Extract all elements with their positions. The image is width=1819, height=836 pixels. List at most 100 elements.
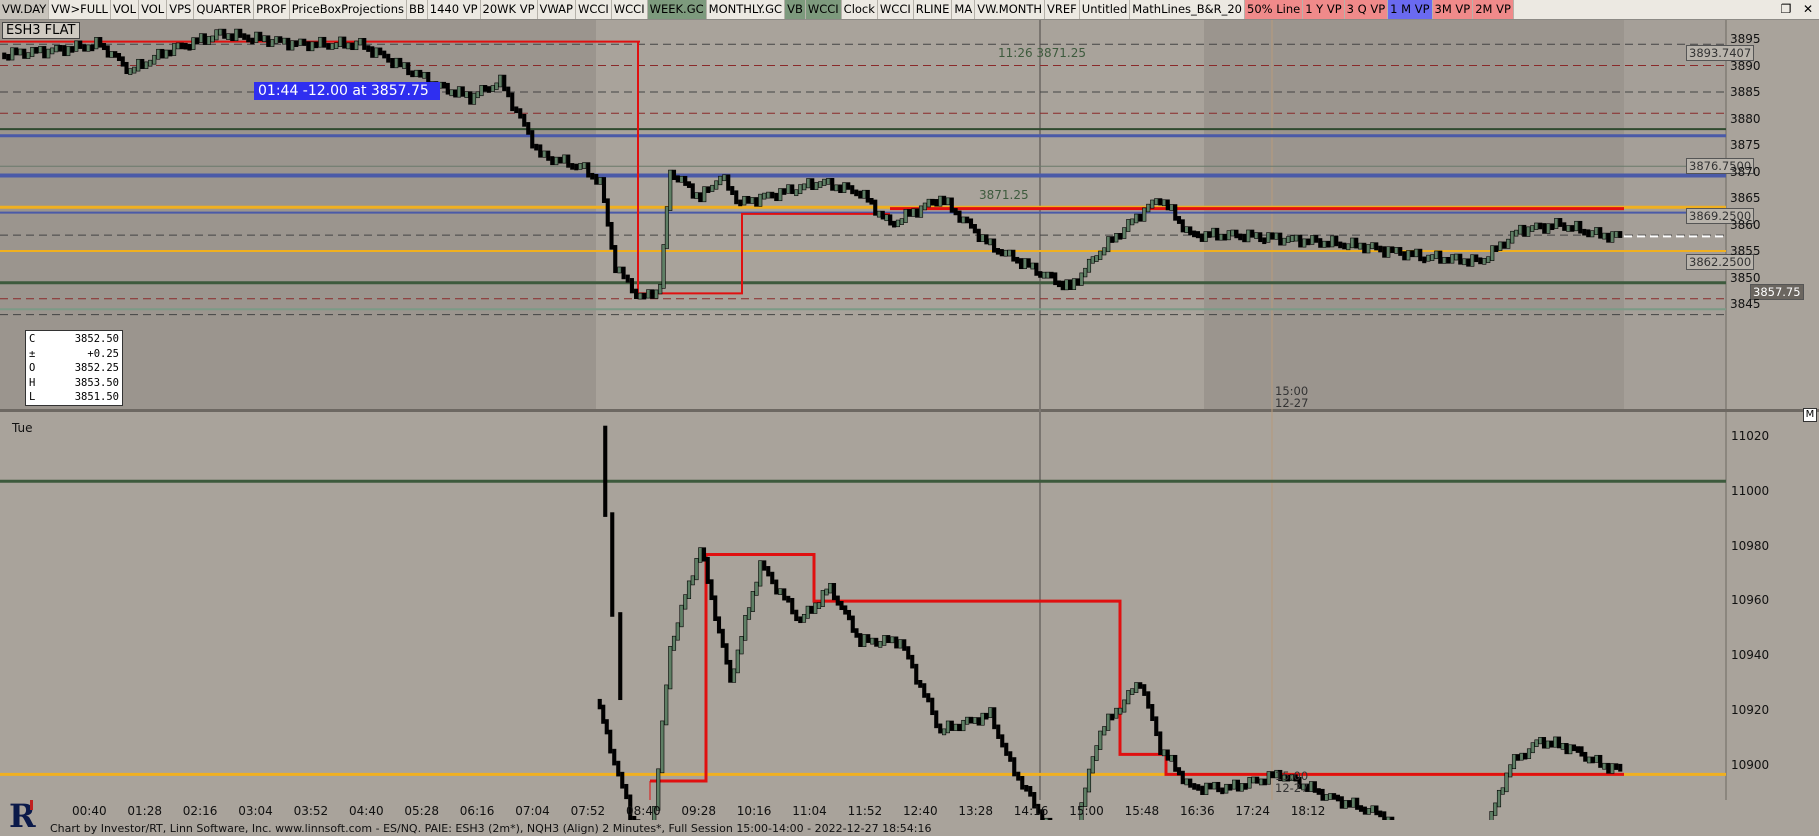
toolbar-button-6[interactable]: PROF <box>254 0 290 19</box>
toolbar-button-30[interactable]: 3M VP <box>1432 0 1474 19</box>
toolbar-button-2[interactable]: VOL <box>110 0 140 19</box>
upper-candle <box>814 182 819 190</box>
toolbar-button-22[interactable]: VW.MONTH <box>975 0 1046 19</box>
lower-candle <box>1122 699 1127 713</box>
toolbar-button-26[interactable]: 50% Line <box>1245 0 1304 19</box>
upper-candle <box>1422 256 1427 264</box>
lower-candle <box>1192 783 1197 790</box>
upper-candle <box>1570 225 1575 232</box>
upper-candle <box>562 154 567 164</box>
toolbar-button-28[interactable]: 3 Q VP <box>1344 0 1389 19</box>
upper-candle <box>1602 232 1607 240</box>
lower-candle <box>1142 684 1147 696</box>
upper-candle <box>1274 232 1279 240</box>
toolbar-button-29[interactable]: 1 M VP <box>1388 0 1433 19</box>
lower-candle <box>1090 756 1095 774</box>
upper-candle <box>120 56 125 67</box>
upper-candle <box>654 289 659 299</box>
upper-candle <box>942 195 947 206</box>
upper-candle <box>246 34 251 43</box>
upper-candle <box>187 43 192 51</box>
symbol-label[interactable]: ESH3 FLAT <box>2 22 80 39</box>
toolbar-button-8[interactable]: BB <box>407 0 428 19</box>
lower-candle <box>1556 736 1562 749</box>
upper-candle <box>1382 246 1387 258</box>
upper-candle <box>254 31 259 43</box>
upper-candle <box>1034 262 1039 276</box>
toolbar-button-5[interactable]: QUARTER <box>194 0 255 19</box>
time-tick: 09:28 <box>681 804 716 818</box>
toolbar-button-17[interactable]: WCCI <box>805 0 842 19</box>
time-tick: 04:40 <box>349 804 384 818</box>
upper-candle <box>834 184 839 192</box>
toolbar-button-21[interactable]: MA <box>952 0 976 19</box>
toolbar-button-7[interactable]: PriceBoxProjections <box>289 0 407 19</box>
toolbar-button-1[interactable]: VW>FULL <box>49 0 111 19</box>
upper-candle <box>995 248 1000 255</box>
lower-candle <box>1239 783 1244 792</box>
upper-candle <box>86 44 91 52</box>
upper-candle <box>334 42 339 50</box>
lower-candle <box>1594 754 1599 763</box>
lower-candle <box>922 683 927 698</box>
upper-candle <box>1386 246 1391 258</box>
upper-candle <box>658 284 663 295</box>
upper-candle <box>598 177 603 185</box>
upper-candle <box>582 162 587 169</box>
toolbar-button-24[interactable]: Untitled <box>1079 0 1131 19</box>
upper-candle <box>74 40 79 52</box>
toolbar-button-14[interactable]: WEEK.GC <box>647 0 707 19</box>
restore-icon[interactable]: ❐ <box>1775 0 1797 19</box>
toolbar-button-0[interactable]: VW.DAY <box>0 0 50 19</box>
lower-candle <box>854 628 859 638</box>
trade-tag[interactable]: 01:44 -12.00 at 3857.75 <box>254 82 440 100</box>
toolbar-button-4[interactable]: VPS <box>167 0 195 19</box>
upper-candle <box>1446 256 1451 264</box>
toolbar-button-3[interactable]: VOL <box>139 0 168 19</box>
lower-price-tick: 10920 <box>1731 703 1770 717</box>
lower-candle <box>690 575 695 586</box>
toolbar-button-27[interactable]: 1 Y VP <box>1303 0 1345 19</box>
upper-candle <box>1306 238 1311 246</box>
toolbar-button-18[interactable]: Clock <box>841 0 878 19</box>
upper-candle <box>930 198 935 206</box>
toolbar-button-9[interactable]: 1440 VP <box>427 0 481 19</box>
lower-candle <box>1366 808 1371 815</box>
toolbar-button-11[interactable]: VWAP <box>537 0 576 19</box>
toolbar-button-16[interactable]: VB <box>785 0 806 19</box>
upper-candle <box>202 33 207 45</box>
lower-candle <box>1370 805 1375 813</box>
upper-candle <box>422 71 427 79</box>
toolbar-button-31[interactable]: 2M VP <box>1473 0 1514 19</box>
close-icon[interactable]: ✕ <box>1797 0 1819 19</box>
upper-candle <box>322 36 327 48</box>
toolbar-button-23[interactable]: VREF <box>1045 0 1080 19</box>
pane-menu-button[interactable]: M <box>1803 408 1817 422</box>
upper-candle <box>286 37 291 51</box>
upper-candle <box>1418 248 1423 262</box>
toolbar-button-25[interactable]: MathLines_B&R_20 <box>1130 0 1246 19</box>
upper-price-tick: 3890 <box>1730 58 1761 73</box>
upper-candle <box>1322 240 1327 248</box>
lower-candle <box>953 723 958 731</box>
upper-candle <box>1258 232 1263 243</box>
lower-candle <box>683 594 688 610</box>
lower-candle <box>664 684 669 726</box>
toolbar-button-10[interactable]: 20WK VP <box>480 0 538 19</box>
upper-candle <box>183 42 188 50</box>
toolbar-button-19[interactable]: WCCI <box>877 0 914 19</box>
upper-candle <box>164 49 169 59</box>
upper-candle <box>642 292 647 300</box>
upper-candle <box>172 43 177 56</box>
upper-candle <box>880 210 885 220</box>
time-tick: 07:52 <box>570 804 606 818</box>
toolbar-button-12[interactable]: WCCI <box>575 0 612 19</box>
toolbar-button-15[interactable]: MONTHLY.GC <box>706 0 786 19</box>
upper-candle <box>294 40 299 47</box>
toolbar-button-20[interactable]: RLINE <box>913 0 953 19</box>
upper-candle <box>94 37 99 50</box>
upper-candle <box>646 289 651 299</box>
chart-canvas[interactable] <box>0 20 1819 820</box>
toolbar-button-13[interactable]: WCCI <box>611 0 648 19</box>
upper-candle <box>613 245 618 274</box>
